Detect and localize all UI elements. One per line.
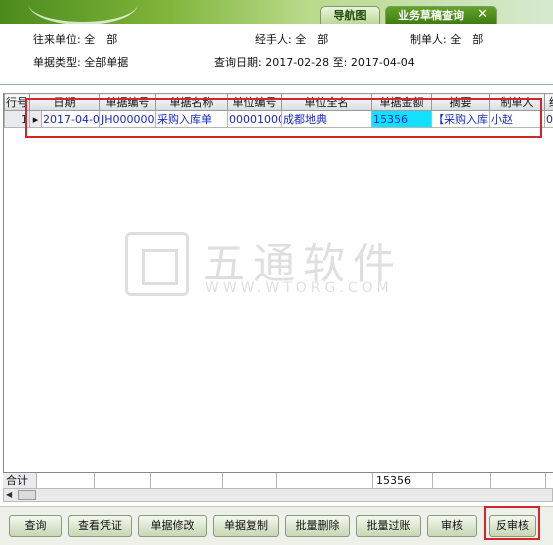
total-cell	[491, 473, 546, 489]
total-cell	[433, 473, 491, 489]
type-filter: 单据类型: 全部单据	[33, 54, 128, 70]
col-header-maker[interactable]: 制单人	[489, 93, 545, 111]
date-label: 查询日期:	[214, 56, 262, 69]
cell-date[interactable]: 2017-04-04	[41, 110, 100, 128]
row-pointer-icon: ▸	[29, 110, 42, 128]
handler-value: 全 部	[295, 33, 329, 46]
total-label: 合计	[3, 473, 37, 489]
cell-unit-name[interactable]: 成都地典	[281, 110, 372, 128]
total-cell	[277, 473, 373, 489]
cell-summary[interactable]: 【采购入库	[431, 110, 490, 128]
tab-navigation[interactable]: 导航图	[320, 6, 380, 24]
cell-maker[interactable]: 小赵	[489, 110, 545, 128]
col-header-unit-code[interactable]: 单位编号	[227, 93, 282, 111]
total-cell	[95, 473, 151, 489]
col-header-row-num[interactable]: 行号	[4, 93, 30, 111]
total-amount: 15356	[373, 473, 433, 489]
maker-value: 全 部	[450, 33, 484, 46]
col-header-amount[interactable]: 单据金额	[371, 93, 432, 111]
col-header-code[interactable]: 单据编号	[99, 93, 156, 111]
view-voucher-button[interactable]: 查看凭证	[68, 515, 132, 537]
query-button[interactable]: 查询	[9, 515, 62, 537]
tab-draft-query-label: 业务草稿查询	[398, 9, 464, 22]
horizontal-scrollbar[interactable]: ◀	[3, 488, 553, 502]
total-cell	[223, 473, 277, 489]
close-icon[interactable]: ✕	[477, 6, 488, 24]
col-header-handler[interactable]: 经	[544, 93, 553, 111]
unaudit-highlight-box	[484, 506, 540, 540]
cell-amount[interactable]: 15356	[371, 110, 432, 128]
title-bar: 导航图 业务草稿查询 ✕	[0, 0, 553, 24]
col-header-unit-name[interactable]: 单位全名	[281, 93, 372, 111]
table-row[interactable]: 1 ▸ 2017-04-04 JH00000000 采购入库单 00001000…	[4, 110, 553, 128]
date-to: 2017-04-04	[350, 56, 415, 69]
cell-unit-code[interactable]: 0000100001	[227, 110, 282, 128]
total-row: 合计 15356	[3, 472, 553, 489]
row-number: 1	[4, 110, 30, 128]
cell-code[interactable]: JH00000000	[99, 110, 156, 128]
batch-delete-button[interactable]: 批量删除	[285, 515, 350, 537]
type-value: 全部单据	[84, 56, 129, 69]
maker-filter: 制单人: 全 部	[410, 31, 483, 47]
cell-handler[interactable]: 00	[544, 110, 553, 128]
col-header-name[interactable]: 单据名称	[155, 93, 228, 111]
col-header-date[interactable]: 日期	[29, 93, 100, 111]
draft-table: 行号 日期 单据编号 单据名称 单位编号 单位全名 单据金额 摘要 制单人 经 …	[4, 93, 553, 128]
date-to-label: 至:	[332, 56, 348, 69]
action-toolbar: 查询 查看凭证 单据修改 单据复制 批量删除 批量过账 审核 反审核	[0, 506, 553, 545]
partner-filter: 往来单位: 全 部	[33, 31, 117, 47]
tab-draft-query[interactable]: 业务草稿查询 ✕	[385, 6, 497, 24]
date-filter: 查询日期: 2017-02-28 至: 2017-04-04	[214, 54, 415, 70]
grid-area: 行号 日期 单据编号 单据名称 单位编号 单位全名 单据金额 摘要 制单人 经 …	[0, 84, 553, 504]
logo-swoosh	[8, 0, 148, 24]
partner-value: 全 部	[84, 33, 118, 46]
total-cell	[151, 473, 223, 489]
table-header: 行号 日期 单据编号 单据名称 单位编号 单位全名 单据金额 摘要 制单人 经	[4, 93, 553, 111]
data-grid: 行号 日期 单据编号 单据名称 单位编号 单位全名 单据金额 摘要 制单人 经 …	[3, 93, 553, 493]
scroll-left-icon[interactable]: ◀	[6, 490, 12, 499]
audit-button[interactable]: 审核	[427, 515, 477, 537]
batch-post-button[interactable]: 批量过账	[356, 515, 421, 537]
filter-panel: 往来单位: 全 部 经手人: 全 部 制单人: 全 部 单据类型: 全部单据 查…	[0, 24, 553, 76]
edit-document-button[interactable]: 单据修改	[138, 515, 207, 537]
cell-name[interactable]: 采购入库单	[155, 110, 228, 128]
date-from: 2017-02-28	[265, 56, 330, 69]
total-cell	[37, 473, 95, 489]
col-header-summary[interactable]: 摘要	[431, 93, 490, 111]
scrollbar-thumb[interactable]	[18, 490, 36, 500]
handler-filter: 经手人: 全 部	[255, 31, 328, 47]
handler-label: 经手人:	[255, 33, 292, 46]
partner-label: 往来单位:	[33, 33, 81, 46]
maker-label: 制单人:	[410, 33, 447, 46]
copy-document-button[interactable]: 单据复制	[213, 515, 279, 537]
type-label: 单据类型:	[33, 56, 81, 69]
